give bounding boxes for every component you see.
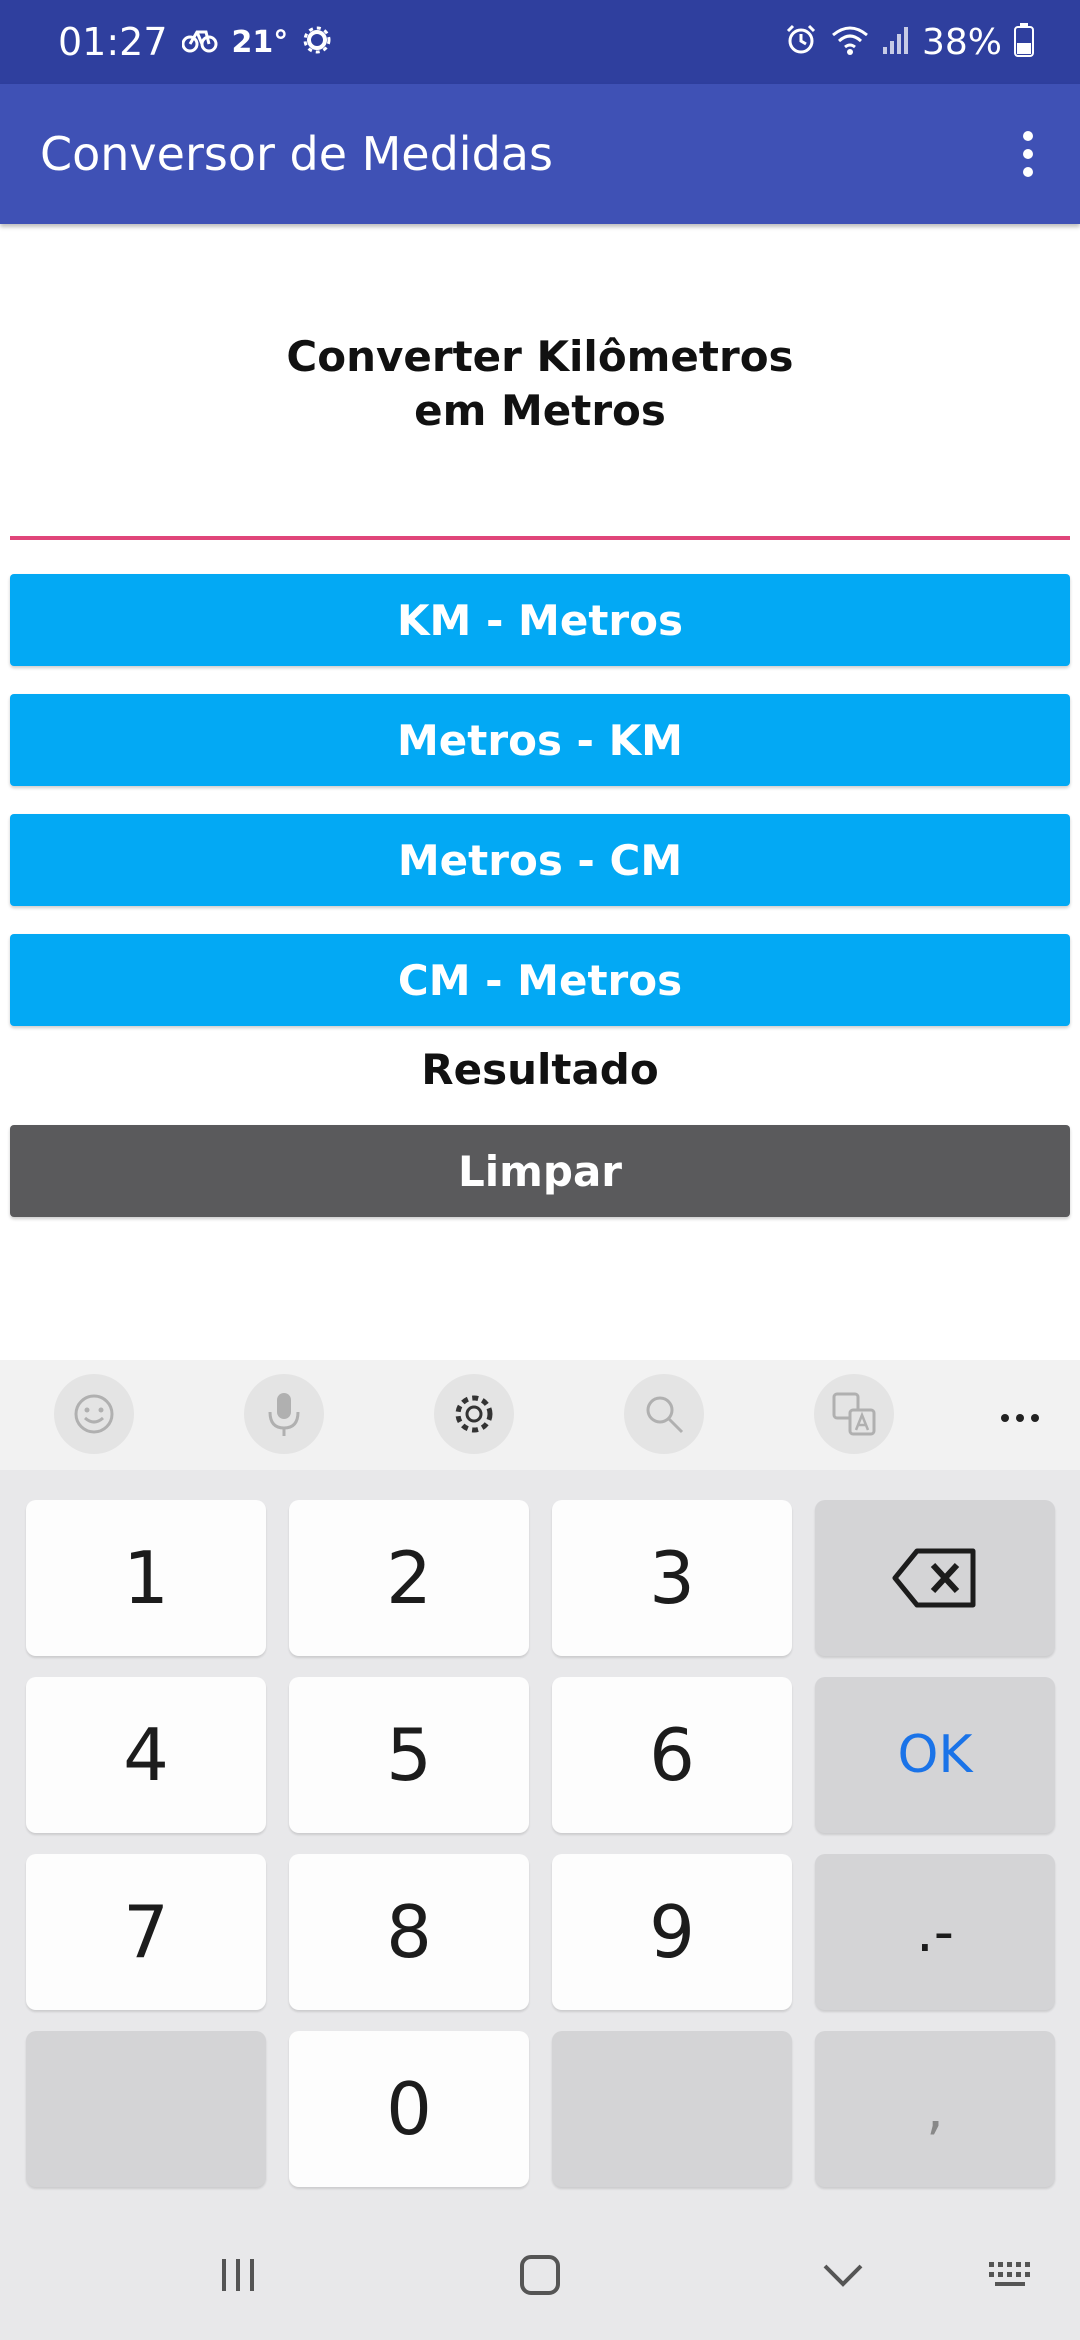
keyboard-icon[interactable] [972, 2240, 1052, 2310]
key-5[interactable]: 5 [289, 1677, 529, 1833]
input-underline [10, 536, 1070, 540]
wifi-icon [830, 24, 870, 60]
blank-key-left[interactable] [26, 2031, 266, 2187]
navigation-bar [0, 2210, 1080, 2340]
key-9[interactable]: 9 [552, 1854, 792, 2010]
settings-icon[interactable] [434, 1374, 514, 1454]
cm-to-meters-button[interactable]: CM - Metros [10, 934, 1070, 1026]
meters-to-cm-button[interactable]: Metros - CM [10, 814, 1070, 906]
heading-line-1: Converter Kilômetros [286, 332, 794, 381]
result-text: Resultado [421, 1045, 659, 1094]
key-3[interactable]: 3 [552, 1500, 792, 1656]
battery-icon [1014, 23, 1034, 61]
settings-notification-icon [302, 25, 332, 59]
more-vert-icon[interactable] [998, 124, 1058, 184]
translate-icon[interactable] [814, 1374, 894, 1454]
dot-minus-key[interactable]: .- [815, 1854, 1055, 2010]
backspace-icon [892, 1548, 976, 1608]
alarm-icon [784, 23, 818, 61]
keyboard-toolbar [0, 1360, 1080, 1470]
meters-to-km-button[interactable]: Metros - KM [10, 694, 1070, 786]
app-title: Conversor de Medidas [40, 127, 553, 181]
status-time: 01:27 [58, 20, 168, 64]
signal-icon [882, 25, 910, 59]
app-bar: Conversor de Medidas [0, 84, 1080, 224]
status-left: 01:27 21° [58, 0, 332, 84]
comma-key[interactable]: , [815, 2031, 1055, 2187]
key-6[interactable]: 6 [552, 1677, 792, 1833]
recent-apps-icon[interactable] [198, 2240, 278, 2310]
page-heading: Converter Kilômetros em Metros [0, 330, 1080, 438]
ok-key[interactable]: OK [815, 1677, 1055, 1833]
status-right: 38% [784, 0, 1034, 84]
home-icon[interactable] [500, 2240, 580, 2310]
key-4[interactable]: 4 [26, 1677, 266, 1833]
numeric-keyboard: 1 2 3 4 5 6 OK 7 8 9 .- 0 , [0, 1470, 1080, 2210]
bike-notification-icon [181, 26, 218, 58]
key-0[interactable]: 0 [289, 2031, 529, 2187]
key-2[interactable]: 2 [289, 1500, 529, 1656]
blank-key-right[interactable] [552, 2031, 792, 2187]
heading-line-2: em Metros [414, 386, 666, 435]
hide-keyboard-icon[interactable] [803, 2240, 883, 2310]
microphone-icon[interactable] [244, 1374, 324, 1454]
key-7[interactable]: 7 [26, 1854, 266, 2010]
status-temperature: 21° [231, 24, 289, 60]
battery-percent: 38% [921, 21, 1002, 63]
backspace-key[interactable] [815, 1500, 1055, 1656]
key-1[interactable]: 1 [26, 1500, 266, 1656]
more-horiz-icon[interactable] [990, 1388, 1050, 1448]
search-icon[interactable] [624, 1374, 704, 1454]
emoji-icon[interactable] [54, 1374, 134, 1454]
km-to-meters-button[interactable]: KM - Metros [10, 574, 1070, 666]
distance-input[interactable] [10, 440, 1074, 538]
clear-button[interactable]: Limpar [10, 1125, 1070, 1217]
key-8[interactable]: 8 [289, 1854, 529, 2010]
status-bar: 01:27 21° 38% [0, 0, 1080, 84]
